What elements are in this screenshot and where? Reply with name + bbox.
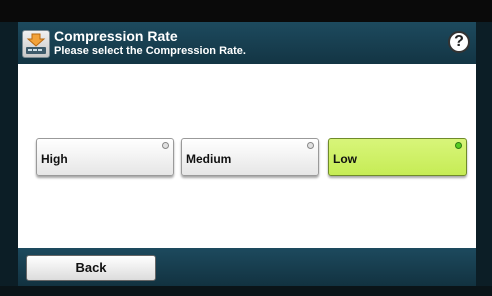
option-label: Low	[333, 152, 357, 166]
top-bezel	[0, 0, 492, 22]
selection-indicator-icon	[455, 142, 462, 149]
left-bezel	[0, 22, 18, 296]
options-area: High Medium Low	[18, 64, 476, 248]
bottom-bezel	[0, 286, 492, 296]
selection-indicator-icon	[162, 142, 169, 149]
page-subtitle: Please select the Compression Rate.	[54, 45, 246, 57]
option-medium-button[interactable]: Medium	[181, 138, 319, 176]
right-bezel	[476, 22, 492, 296]
option-high-button[interactable]: High	[36, 138, 174, 176]
selection-indicator-icon	[307, 142, 314, 149]
scanner-icon	[22, 30, 50, 58]
page-title: Compression Rate	[54, 28, 178, 44]
option-low-button[interactable]: Low	[328, 138, 467, 176]
question-mark-icon[interactable]: ?	[448, 31, 470, 53]
option-label: High	[41, 152, 68, 166]
title-bar: Compression Rate Please select the Compr…	[18, 22, 476, 64]
back-button[interactable]: Back	[26, 255, 156, 281]
panel-screen: Compression Rate Please select the Compr…	[18, 22, 476, 286]
footer-bar: Back	[18, 248, 476, 286]
option-label: Medium	[186, 152, 232, 166]
